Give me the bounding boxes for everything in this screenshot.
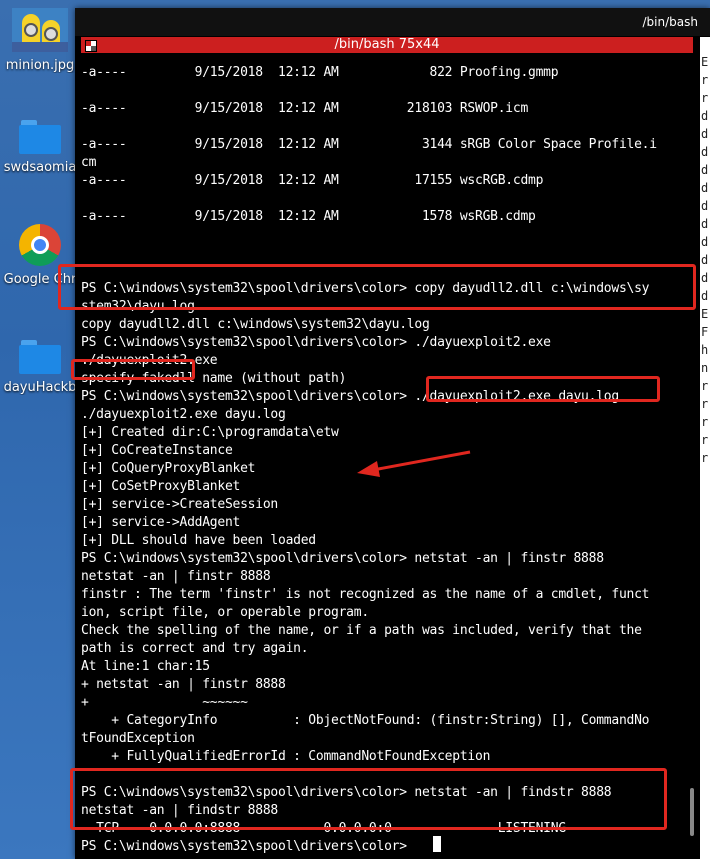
terminal-line: finstr : The term 'finstr' is not recogn… — [81, 587, 650, 602]
terminal-line: netstat -an | finstr 8888 — [81, 569, 271, 584]
background-window-edge: ErrdddddddddddEFhnrrrrr — [700, 37, 710, 859]
terminal-line: -a---- 9/15/2018 12:12 AM 3144 sRGB Colo… — [81, 137, 657, 152]
side-window-char: h — [701, 343, 709, 357]
terminal-title: /bin/bash 75x44 — [334, 37, 440, 52]
side-window-char: n — [701, 361, 709, 375]
side-window-char: d — [701, 271, 709, 285]
text-cursor — [433, 836, 441, 852]
side-window-char: d — [701, 145, 709, 159]
terminal-line: -a---- 9/15/2018 12:12 AM 17155 wscRGB.c… — [81, 173, 544, 188]
terminal-line: ./dayuexploit2.exe dayu.log — [81, 407, 286, 422]
terminal-line: cm — [81, 155, 97, 170]
side-window-char: r — [701, 451, 709, 465]
desktop-icon-swdsaomia[interactable]: swdsaomia — [0, 120, 80, 175]
side-window-char: d — [701, 289, 709, 303]
terminal-line: PS C:\windows\system32\spool\drivers\col… — [81, 839, 415, 854]
minion-image-icon — [12, 8, 68, 52]
window-titlebar[interactable]: /bin/bash — [75, 8, 710, 36]
side-window-char: E — [701, 55, 709, 69]
side-window-char: r — [701, 91, 709, 105]
terminal-line: [+] DLL should have been loaded — [81, 533, 316, 548]
terminal-line: path is correct and try again. — [81, 641, 309, 656]
terminal-line: [+] CoSetProxyBlanket — [81, 479, 241, 494]
side-window-char: d — [701, 163, 709, 177]
desktop-icon-label: swdsaomia — [3, 160, 77, 175]
side-window-char: r — [701, 397, 709, 411]
side-window-char: d — [701, 235, 709, 249]
terminal-line: copy dayudll2.dll c:\windows\system32\da… — [81, 317, 430, 332]
side-window-char: r — [701, 433, 709, 447]
terminal-line: -a---- 9/15/2018 12:12 AM 1578 wsRGB.cdm… — [81, 209, 536, 224]
folder-icon — [19, 120, 61, 154]
highlight-copy-command — [58, 264, 696, 310]
side-window-char: d — [701, 127, 709, 141]
terminal-line: PS C:\windows\system32\spool\drivers\col… — [81, 551, 604, 566]
terminal-line: [+] CoQueryProxyBlanket — [81, 461, 256, 476]
scrollbar-thumb[interactable] — [690, 788, 694, 836]
side-window-char: d — [701, 199, 709, 213]
terminal-window[interactable]: /bin/bash /bin/bash 75x44 -a---- 9/15/20… — [75, 8, 710, 859]
side-window-char: d — [701, 217, 709, 231]
terminal-line: [+] Created dir:C:\programdata\etw — [81, 425, 339, 440]
side-window-char: d — [701, 181, 709, 195]
terminal-line: + netstat -an | finstr 8888 — [81, 677, 286, 692]
side-window-char: F — [701, 325, 709, 339]
window-menu-icon[interactable] — [85, 40, 97, 52]
terminal-line: [+] CoCreateInstance — [81, 443, 233, 458]
side-window-char: r — [701, 73, 709, 87]
side-window-char: d — [701, 109, 709, 123]
terminal-line: PS C:\windows\system32\spool\drivers\col… — [81, 335, 551, 350]
terminal-line: [+] service->AddAgent — [81, 515, 241, 530]
terminal-line: + ~~~~~~ — [81, 695, 248, 710]
desktop-icon-dayuhackb[interactable]: dayuHackb — [0, 340, 80, 395]
side-window-char: r — [701, 379, 709, 393]
terminal-line: ion, script file, or operable program. — [81, 605, 369, 620]
highlight-fakedll — [71, 359, 195, 380]
desktop-icon-label: dayuHackb — [3, 380, 77, 395]
terminal-line: tFoundException — [81, 731, 195, 746]
folder-icon — [19, 340, 61, 374]
annotation-arrow-icon — [357, 450, 471, 477]
terminal-line: At line:1 char:15 — [81, 659, 210, 674]
terminal-line: Check the spelling of the name, or if a … — [81, 623, 642, 638]
terminal-line: + CategoryInfo : ObjectNotFound: (finstr… — [81, 713, 650, 728]
window-title: /bin/bash — [642, 15, 698, 29]
desktop-icon-label: minion.jpg — [5, 58, 75, 73]
side-window-char: d — [701, 253, 709, 267]
highlight-netstat-result — [70, 768, 667, 830]
highlight-exploit-command — [426, 376, 660, 402]
side-window-char: r — [701, 415, 709, 429]
terminal-line: + FullyQualifiedErrorId : CommandNotFoun… — [81, 749, 491, 764]
side-window-char: E — [701, 307, 709, 321]
terminal-titlebar[interactable]: /bin/bash 75x44 — [81, 37, 693, 53]
chrome-icon — [19, 224, 61, 266]
terminal-line: [+] service->CreateSession — [81, 497, 278, 512]
desktop-icon-minion[interactable]: minion.jpg — [0, 4, 80, 73]
terminal-line: -a---- 9/15/2018 12:12 AM 822 Proofing.g… — [81, 65, 559, 80]
terminal-line: -a---- 9/15/2018 12:12 AM 218103 RSWOP.i… — [81, 101, 529, 116]
